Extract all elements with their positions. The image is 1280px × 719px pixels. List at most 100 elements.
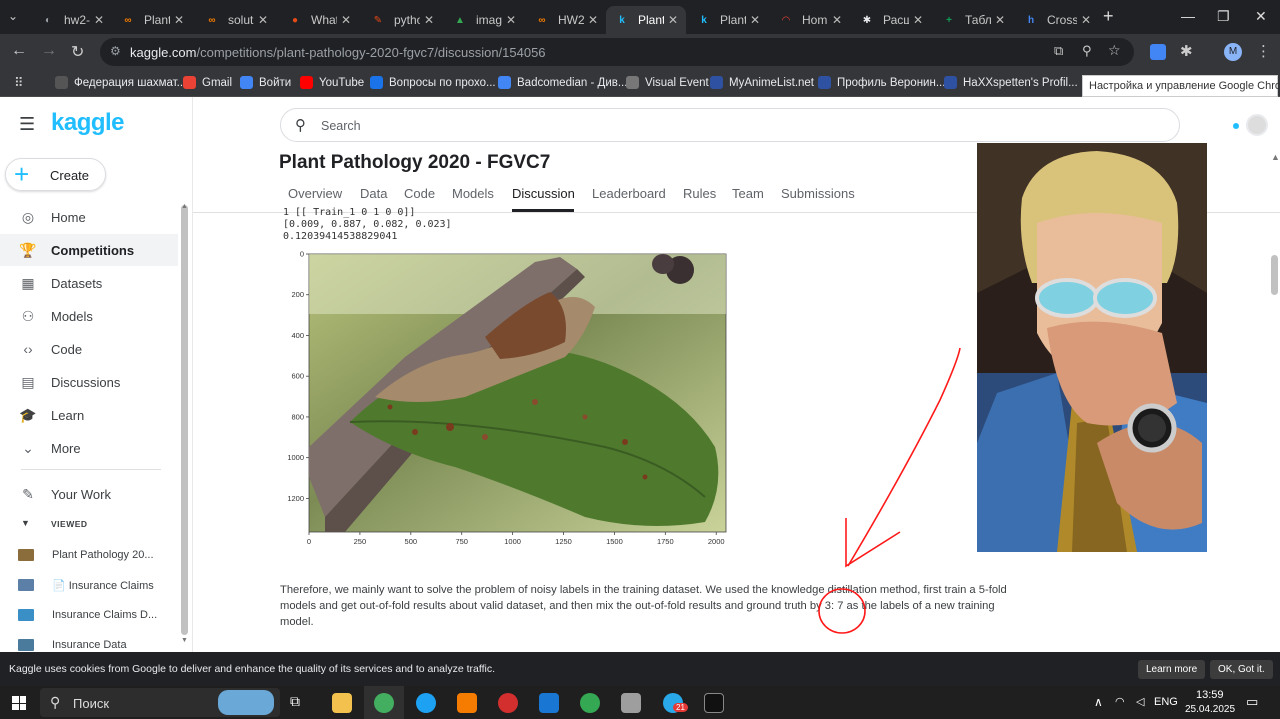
- tab-10[interactable]: ✱ Расш ✕: [851, 6, 931, 34]
- bookmark-item[interactable]: Gmail: [183, 76, 232, 89]
- language-indicator[interactable]: ENG: [1154, 696, 1178, 708]
- bookmark-item[interactable]: Badcomedian - Див...: [498, 76, 627, 89]
- maximize-button[interactable]: ❐: [1217, 8, 1230, 25]
- start-icon[interactable]: [12, 696, 26, 710]
- install-app-icon[interactable]: ⧉: [1054, 43, 1063, 59]
- task-view-icon[interactable]: ⧉: [290, 693, 310, 713]
- volume-icon[interactable]: ◁: [1136, 695, 1144, 708]
- page-scroll-up-icon[interactable]: ▲: [1271, 152, 1280, 162]
- scroll-down-icon[interactable]: ▼: [181, 637, 188, 644]
- tab-data[interactable]: Data: [360, 186, 387, 201]
- tab-close-icon[interactable]: ✕: [337, 13, 351, 27]
- viewed-item[interactable]: Plant Pathology 20...: [18, 543, 154, 567]
- tab-0[interactable]: ◐ hw2- ✕: [32, 6, 112, 34]
- profile-avatar[interactable]: M: [1224, 43, 1242, 61]
- tab-team[interactable]: Team: [732, 186, 764, 201]
- user-avatar[interactable]: [1246, 114, 1268, 136]
- sidebar-item-more[interactable]: ⌄ More: [0, 432, 178, 464]
- forward-icon[interactable]: →: [41, 42, 57, 60]
- tab-code[interactable]: Code: [404, 186, 435, 201]
- bookmark-item[interactable]: HaXXspetten's Profil...: [944, 76, 1078, 89]
- tab-close-icon[interactable]: ✕: [1077, 13, 1091, 27]
- page-scrollbar[interactable]: [1271, 255, 1278, 295]
- file-explorer-icon[interactable]: [332, 693, 352, 713]
- sidebar-item-learn[interactable]: 🎓 Learn: [0, 399, 178, 431]
- tab-close-icon[interactable]: ✕: [909, 13, 923, 27]
- address-bar[interactable]: ⚙ kaggle.com/competitions/plant-patholog…: [100, 38, 1134, 66]
- tab-1[interactable]: ∞ Plant ✕: [112, 6, 192, 34]
- viewed-item[interactable]: 📄 Insurance Claims: [18, 573, 154, 597]
- site-info-icon[interactable]: ⚙: [110, 44, 121, 58]
- bookmark-item[interactable]: Visual Event: [626, 76, 709, 89]
- taskbar-search-box[interactable]: ⚲ Поиск: [40, 688, 280, 717]
- sidebar-item-datasets[interactable]: ▦ Datasets: [0, 267, 178, 299]
- sidebar-item-competitions[interactable]: 🏆 Competitions: [0, 234, 178, 266]
- tab-close-icon[interactable]: ✕: [584, 13, 598, 27]
- search-input[interactable]: ⚲ Search: [280, 108, 1180, 142]
- sidebar-item-code[interactable]: ‹› Code: [0, 333, 178, 365]
- ok-got-it-button[interactable]: OK, Got it.: [1210, 660, 1273, 679]
- terminal-icon[interactable]: [704, 693, 724, 713]
- app-icon[interactable]: [621, 693, 641, 713]
- bookmark-star-icon[interactable]: ☆: [1108, 42, 1121, 59]
- minimize-button[interactable]: —: [1181, 8, 1195, 24]
- reload-icon[interactable]: ↻: [71, 42, 84, 62]
- kaggle-logo[interactable]: kaggle: [51, 109, 125, 137]
- tab-close-icon[interactable]: ✕: [170, 13, 184, 27]
- tab-close-icon[interactable]: ✕: [746, 13, 760, 27]
- app-icon[interactable]: [498, 693, 518, 713]
- scroll-up-icon[interactable]: ▲: [181, 203, 188, 210]
- tab-8[interactable]: k Plant ✕: [688, 6, 768, 34]
- clock-date[interactable]: 25.04.2025: [1185, 704, 1235, 715]
- extensions-icon[interactable]: ✱: [1180, 42, 1193, 60]
- tab-close-icon[interactable]: ✕: [828, 13, 842, 27]
- sidebar-item-home[interactable]: ◎ Home: [0, 201, 178, 233]
- tab-leaderboard[interactable]: Leaderboard: [592, 186, 666, 201]
- chrome-menu-icon[interactable]: ⋮: [1256, 42, 1271, 60]
- viewed-item[interactable]: Insurance Claims D...: [18, 603, 157, 627]
- sidebar-item-discussions[interactable]: ▤ Discussions: [0, 366, 178, 398]
- bookmark-item[interactable]: YouTube: [300, 76, 364, 89]
- bookmark-item[interactable]: Войти: [240, 76, 291, 89]
- bookmark-item[interactable]: Профиль Веронин...: [818, 76, 945, 89]
- tab-close-icon[interactable]: ✕: [991, 13, 1005, 27]
- sidebar-item-your-work[interactable]: ✎ Your Work: [0, 478, 178, 510]
- tab-discussion[interactable]: Discussion: [512, 186, 575, 201]
- bookmark-item[interactable]: Вопросы по прохо...: [370, 76, 496, 89]
- sidebar-item-models[interactable]: ⚇ Models: [0, 300, 178, 332]
- tab-close-icon[interactable]: ✕: [664, 13, 678, 27]
- tab-overview[interactable]: Overview: [288, 186, 342, 201]
- tray-chevron-icon[interactable]: ∧: [1094, 695, 1103, 709]
- create-button[interactable]: + Create: [5, 158, 106, 191]
- apps-grid-icon[interactable]: ⠿: [14, 75, 24, 91]
- tab-submissions[interactable]: Submissions: [781, 186, 855, 201]
- tab-rules[interactable]: Rules: [683, 186, 716, 201]
- tab-3[interactable]: ● What ✕: [279, 6, 359, 34]
- tab-12[interactable]: h Cross ✕: [1015, 6, 1099, 34]
- close-window-button[interactable]: ✕: [1255, 8, 1267, 25]
- url-text[interactable]: kaggle.com/competitions/plant-pathology-…: [130, 45, 546, 60]
- tab-close-icon[interactable]: ✕: [254, 13, 268, 27]
- hamburger-menu-icon[interactable]: ☰: [19, 114, 35, 135]
- chrome-alt-icon[interactable]: [580, 693, 600, 713]
- viewed-collapse-icon[interactable]: ▼: [21, 518, 30, 528]
- tab-close-icon[interactable]: ✕: [420, 13, 434, 27]
- tab-4[interactable]: ✎ pytho✕: [362, 6, 442, 34]
- tab-6[interactable]: ∞ HW2 ✕: [526, 6, 606, 34]
- bookmark-item[interactable]: MyAnimeList.net: [710, 76, 814, 89]
- zoom-icon[interactable]: ⚲: [1082, 43, 1092, 59]
- tab-close-icon[interactable]: ✕: [90, 13, 104, 27]
- clock-time[interactable]: 13:59: [1196, 689, 1224, 701]
- tab-2[interactable]: ∞ solut ✕: [196, 6, 276, 34]
- back-icon[interactable]: ←: [11, 42, 27, 60]
- vscode-icon[interactable]: [539, 693, 559, 713]
- translate-extension-icon[interactable]: [1150, 44, 1166, 60]
- learn-more-button[interactable]: Learn more: [1138, 660, 1206, 679]
- tab-5[interactable]: ▲ imag ✕: [444, 6, 524, 34]
- tab-models[interactable]: Models: [452, 186, 494, 201]
- tab-close-icon[interactable]: ✕: [502, 13, 516, 27]
- sublime-icon[interactable]: [457, 693, 477, 713]
- edge-icon[interactable]: [416, 693, 436, 713]
- notifications-icon[interactable]: ▭: [1246, 694, 1258, 710]
- sidebar-scrollbar[interactable]: [181, 205, 188, 635]
